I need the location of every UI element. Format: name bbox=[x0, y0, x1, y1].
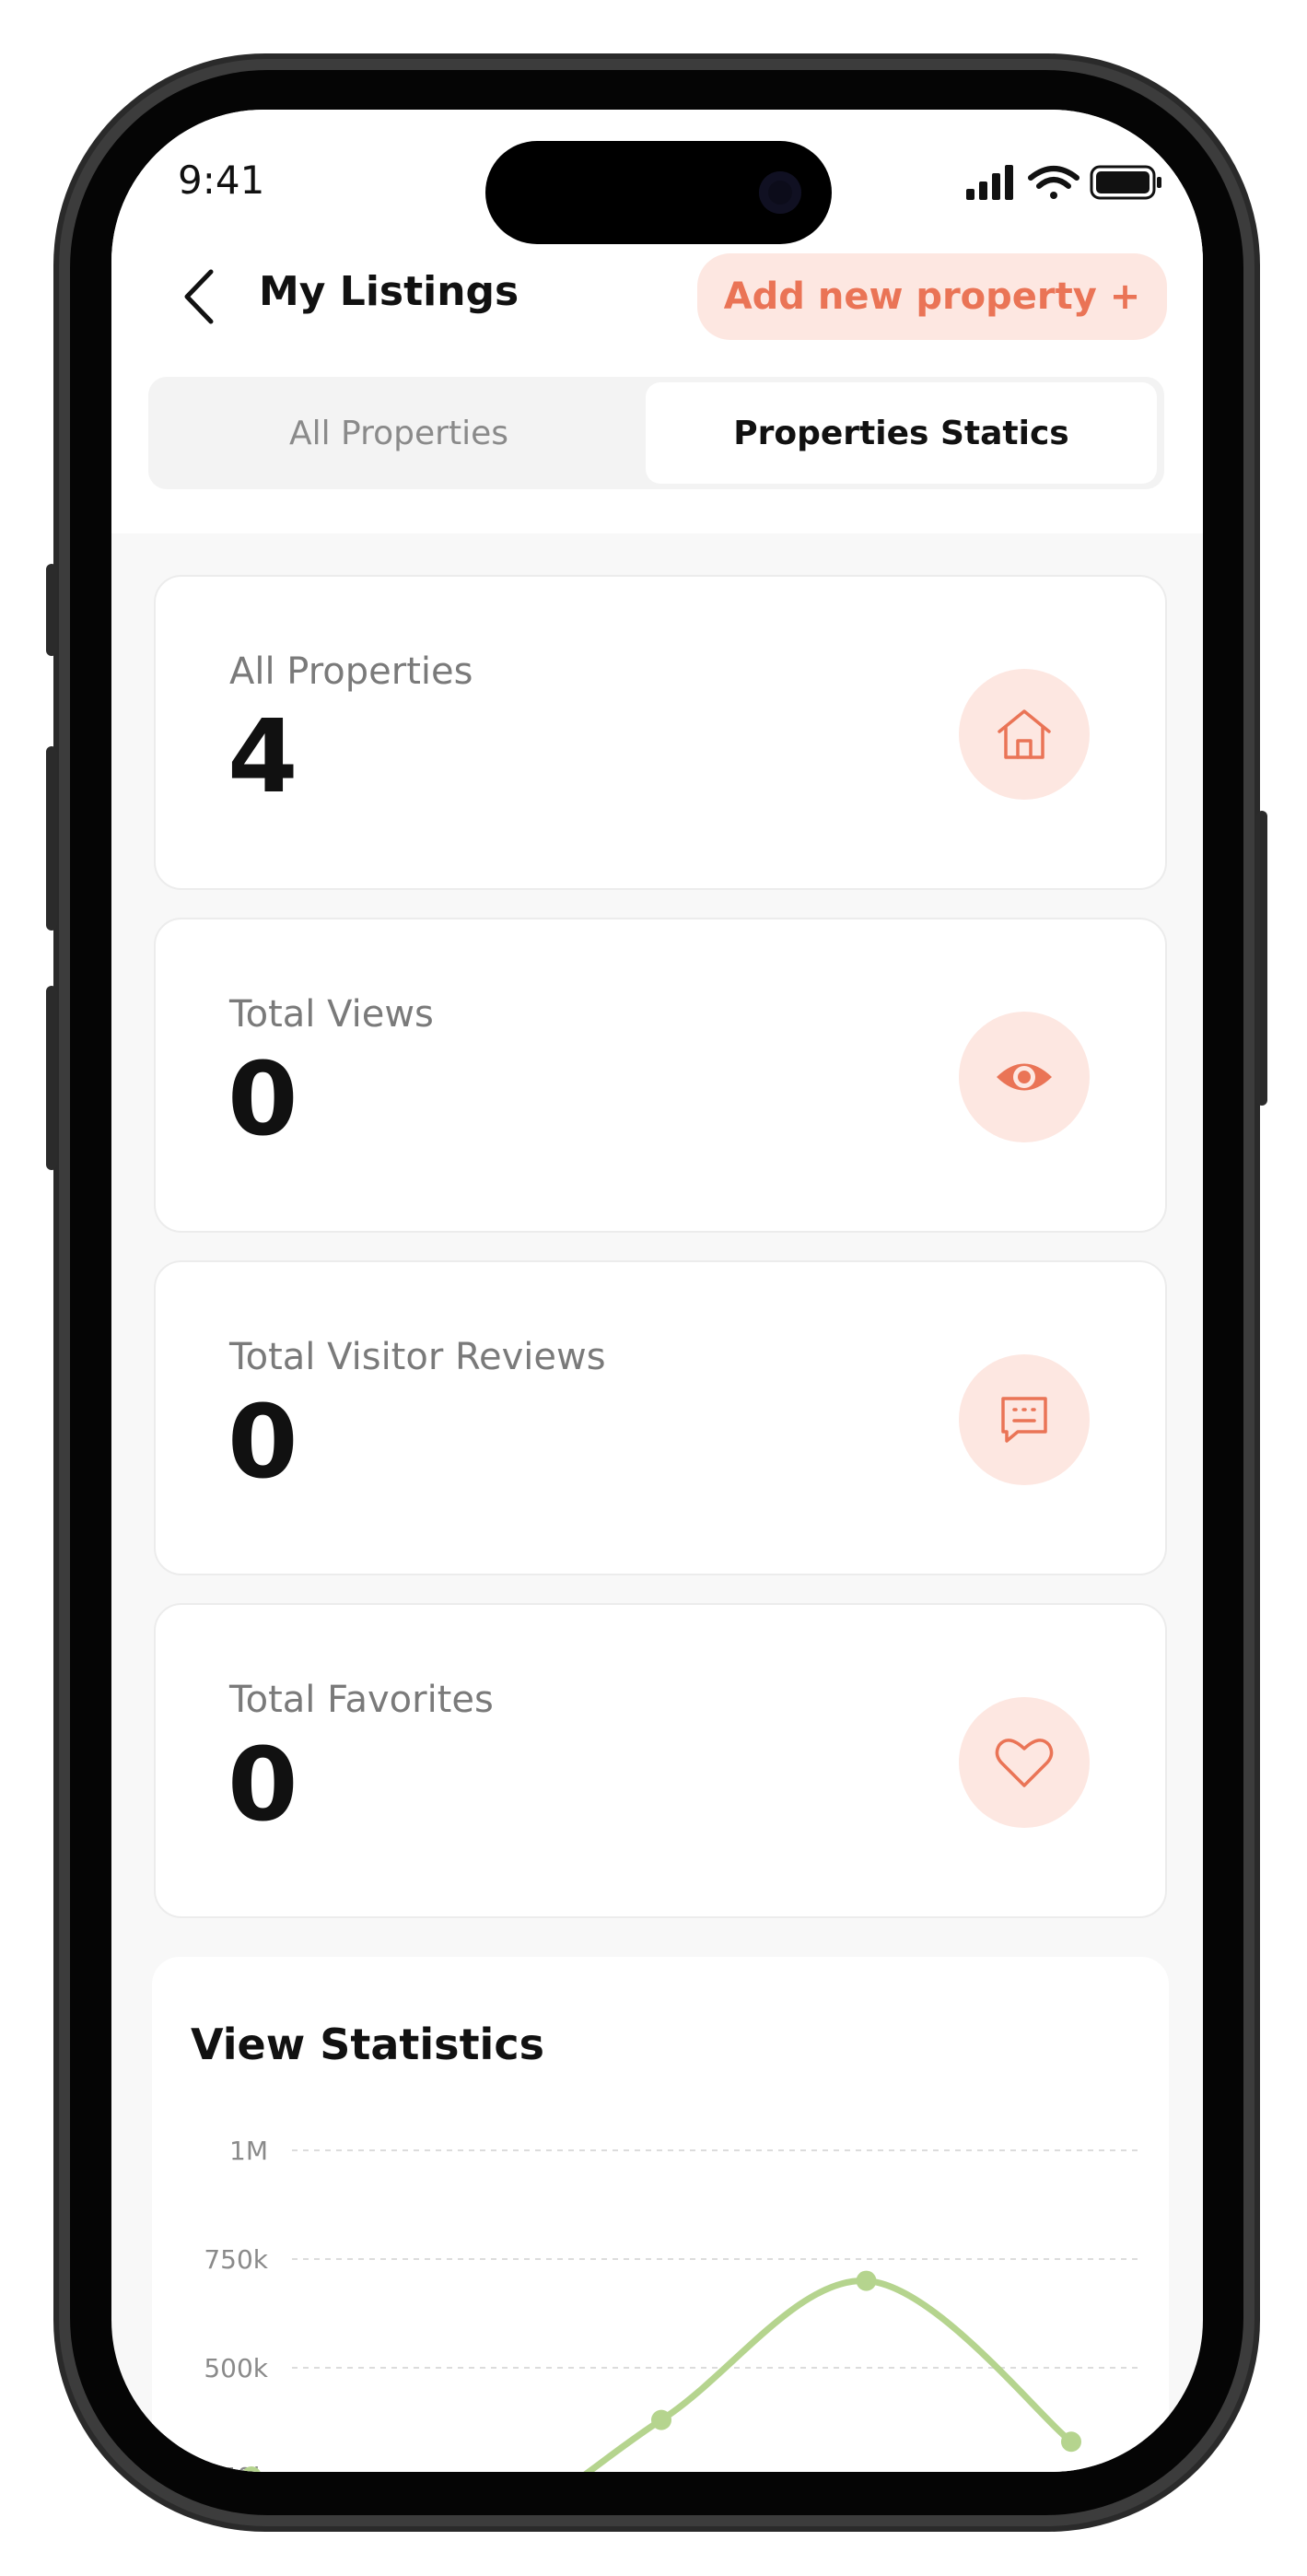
eye-icon bbox=[959, 1012, 1090, 1142]
y-tick-label: 1M bbox=[229, 2136, 268, 2166]
segmented-tabs: All Properties Properties Statics bbox=[148, 377, 1164, 489]
data-point[interactable] bbox=[856, 2270, 877, 2291]
status-icons bbox=[966, 165, 1161, 200]
series-line bbox=[583, 2277, 1075, 2472]
signal-icon bbox=[966, 165, 1013, 200]
screen: 9:41 My Listings Add new property + All … bbox=[111, 110, 1203, 2472]
page-title: My Listings bbox=[259, 268, 519, 315]
camera-icon bbox=[759, 171, 801, 214]
stat-label: Total Views bbox=[229, 993, 434, 1036]
view-statistics-chart: 1M750k500k250k bbox=[204, 2136, 1138, 2472]
tab-all-properties[interactable]: All Properties bbox=[156, 382, 642, 484]
stat-label: All Properties bbox=[229, 650, 473, 693]
y-tick-label: 750k bbox=[204, 2244, 268, 2275]
heart-icon bbox=[959, 1697, 1090, 1828]
wifi-icon bbox=[1028, 166, 1079, 199]
y-tick-label: 500k bbox=[204, 2353, 268, 2383]
volume-up-button bbox=[46, 746, 57, 931]
mute-switch bbox=[46, 564, 57, 656]
data-point[interactable] bbox=[651, 2409, 671, 2430]
power-button bbox=[1256, 811, 1267, 1106]
stat-label: Total Visitor Reviews bbox=[229, 1336, 606, 1378]
add-property-button[interactable]: Add new property + bbox=[697, 253, 1167, 340]
data-point[interactable] bbox=[1061, 2431, 1081, 2453]
stat-value: 0 bbox=[228, 1383, 298, 1501]
back-chevron-icon[interactable] bbox=[176, 264, 222, 329]
house-icon bbox=[959, 669, 1090, 800]
tab-properties-statics[interactable]: Properties Statics bbox=[646, 382, 1157, 484]
status-time: 9:41 bbox=[178, 158, 265, 203]
chat-icon bbox=[959, 1354, 1090, 1485]
volume-down-button bbox=[46, 986, 57, 1170]
stat-value: 0 bbox=[228, 1726, 298, 1844]
stat-card-total-views: Total Views 0 bbox=[154, 918, 1167, 1233]
stat-value: 4 bbox=[228, 697, 298, 815]
view-statistics-card: View Statistics 1M750k500k250k bbox=[152, 1957, 1169, 2472]
stat-card-all-properties: All Properties 4 bbox=[154, 575, 1167, 890]
battery-icon bbox=[1090, 165, 1161, 200]
stat-label: Total Favorites bbox=[229, 1679, 494, 1721]
stat-card-total-favorites: Total Favorites 0 bbox=[154, 1603, 1167, 1918]
stat-card-total-visitor-reviews: Total Visitor Reviews 0 bbox=[154, 1260, 1167, 1575]
stat-value: 0 bbox=[228, 1040, 298, 1158]
